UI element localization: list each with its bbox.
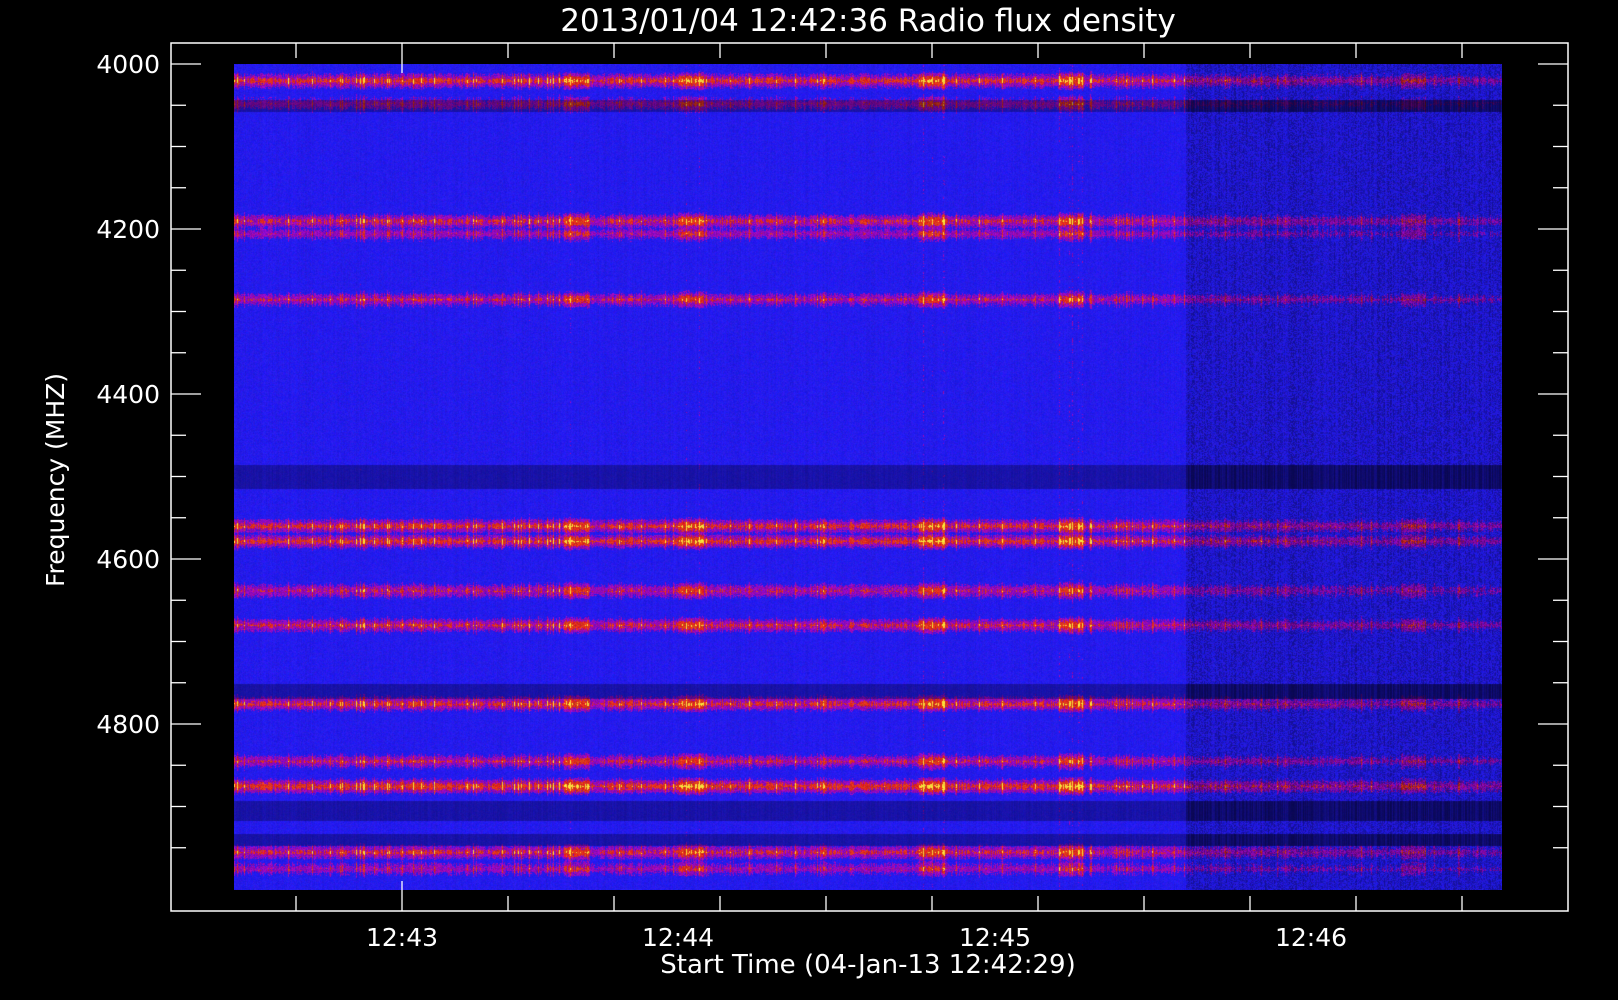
- x-tick-label: 12:44: [642, 923, 714, 952]
- y-axis-label: Frequency (MHZ): [41, 373, 70, 587]
- heatmap-image: [234, 64, 1502, 890]
- y-tick-label: 4600: [96, 545, 160, 574]
- x-axis-label: Start Time (04-Jan-13 12:42:29): [660, 950, 1075, 980]
- heatmap-container: [234, 64, 1502, 890]
- y-tick-label: 4000: [96, 50, 160, 79]
- y-tick-label: 4800: [96, 710, 160, 739]
- chart-title: 2013/01/04 12:42:36 Radio flux density: [560, 3, 1176, 39]
- x-tick-label: 12:43: [366, 923, 438, 952]
- spectrogram-chart: 2013/01/04 12:42:36 Radio flux density 4…: [41, 3, 1569, 980]
- y-tick-label: 4200: [96, 215, 160, 244]
- y-tick-label: 4400: [96, 380, 160, 409]
- x-tick-label: 12:46: [1275, 923, 1347, 952]
- x-tick-label: 12:45: [959, 923, 1031, 952]
